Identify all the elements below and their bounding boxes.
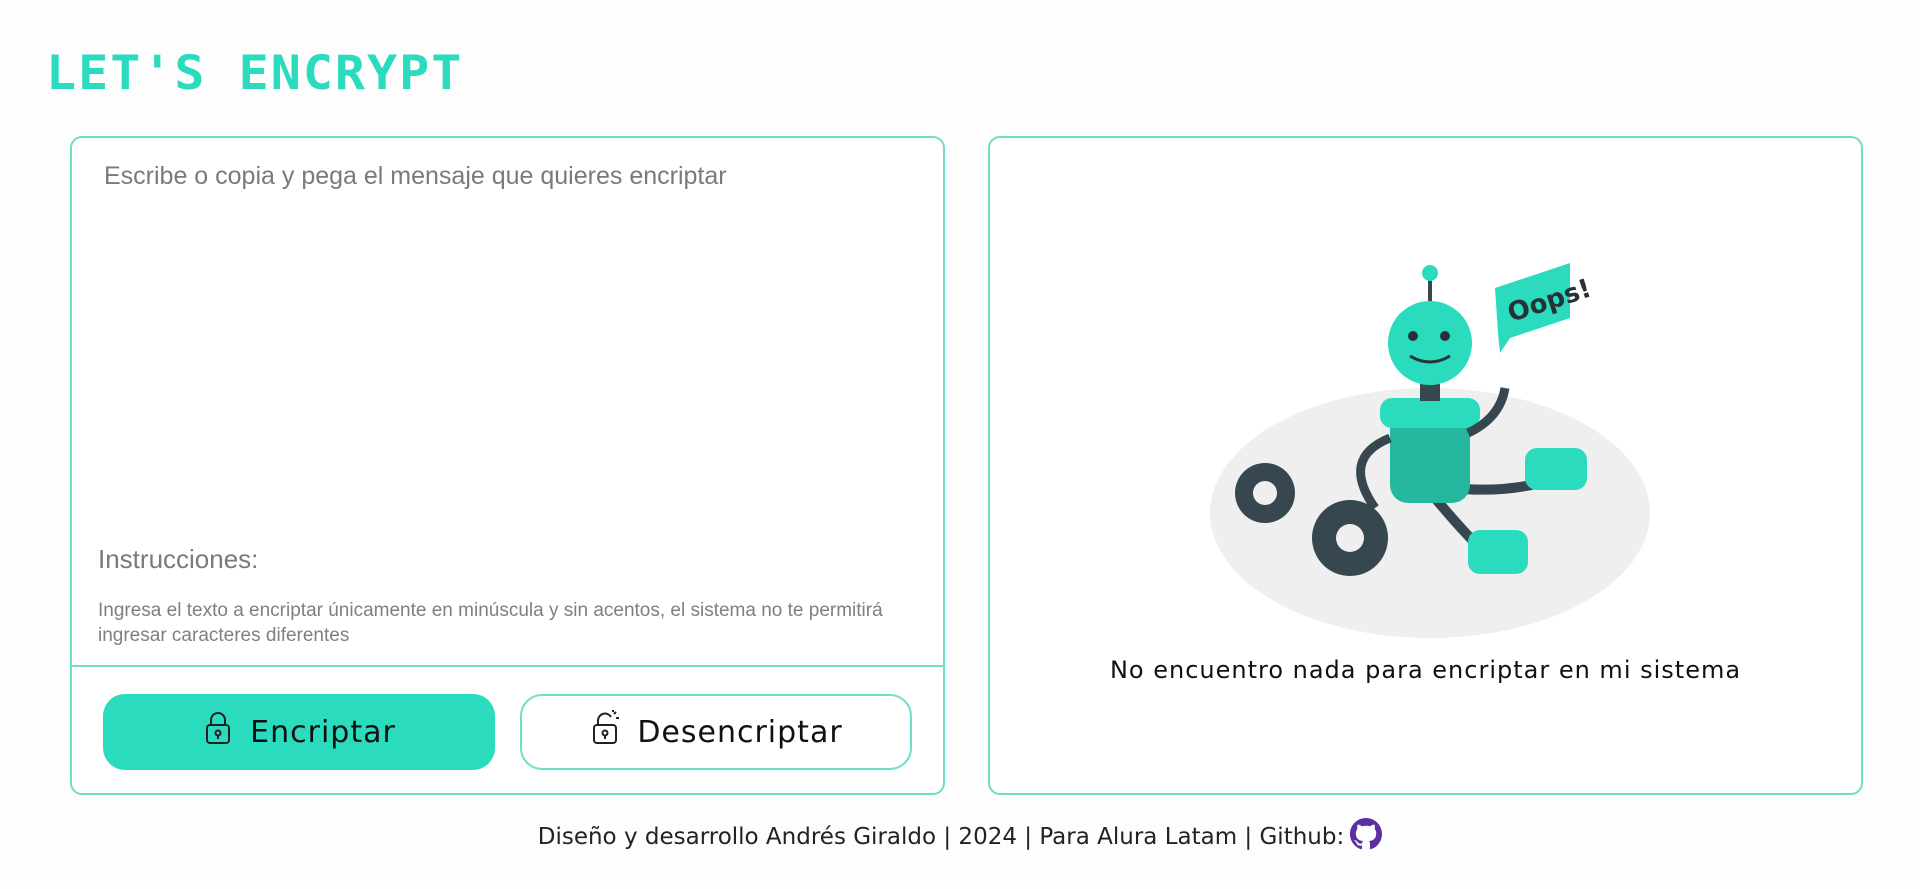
encrypt-button[interactable]: Encriptar [103, 694, 495, 770]
footer: Diseño y desarrollo Andrés Giraldo | 202… [0, 818, 1920, 856]
message-input[interactable] [104, 162, 904, 522]
github-link[interactable] [1350, 818, 1383, 856]
gear-icon [1235, 463, 1295, 523]
instructions-text: Ingresa el texto a encriptar únicamente … [98, 600, 883, 646]
speech-bubble: Oops! [1495, 263, 1595, 353]
input-panel: Instrucciones: Ingresa el texto a encrip… [70, 136, 945, 795]
unlock-icon [589, 710, 621, 754]
decrypt-button-label: Desencriptar [637, 714, 843, 750]
output-panel: Oops! No encuentro nada para encriptar e… [988, 136, 1863, 795]
lock-icon [202, 710, 234, 754]
instructions-title: Instrucciones: [98, 544, 259, 574]
footer-text: Diseño y desarrollo Andrés Giraldo | 202… [537, 824, 1345, 850]
decrypt-button[interactable]: Desencriptar [520, 694, 912, 770]
encrypt-button-label: Encriptar [250, 714, 396, 750]
panel-divider [72, 665, 943, 667]
empty-state-message: No encuentro nada para encriptar en mi s… [1109, 656, 1742, 684]
robot-illustration: Oops! [1210, 263, 1650, 638]
app-logo: LET'S ENCRYPT [46, 45, 464, 101]
gear-icon [1312, 500, 1388, 576]
github-icon [1350, 818, 1383, 850]
